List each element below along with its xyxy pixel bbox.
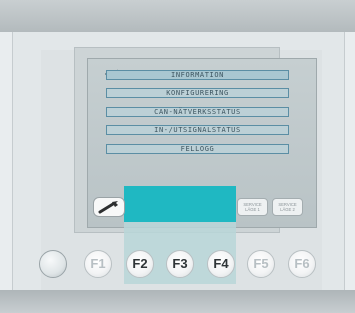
menu-item-information[interactable]: INFORMATION [106, 70, 289, 80]
f3-button[interactable]: F3 [166, 250, 194, 278]
f4-button[interactable]: F4 [207, 250, 235, 278]
menu-item-can-natverksstatus[interactable]: CAN-NÄTVERKSSTATUS [106, 107, 289, 117]
service-mode-2-button[interactable]: SERVICE LÄGE 2 [272, 198, 303, 216]
service-mode-1-button[interactable]: SERVICE LÄGE 1 [237, 198, 268, 216]
device-top-bezel [0, 0, 355, 32]
f2-button[interactable]: F2 [126, 250, 154, 278]
service-mode-1-line2: LÄGE 1 [245, 207, 260, 212]
power-knob-icon[interactable] [39, 250, 67, 278]
device-bottom-bezel [0, 290, 355, 313]
tool-softkey-button[interactable] [93, 197, 125, 217]
menu-item-in-utsignalstatus[interactable]: IN-/UTSIGNALSTATUS [106, 125, 289, 135]
f5-button[interactable]: F5 [247, 250, 275, 278]
menu-item-konfigurering[interactable]: KONFIGURERING [106, 88, 289, 98]
softkey-highlight [124, 186, 236, 222]
f6-button[interactable]: F6 [288, 250, 316, 278]
menu-item-fellogg[interactable]: FELLOGG [106, 144, 289, 154]
wrench-icon [98, 201, 118, 214]
f1-button[interactable]: F1 [84, 250, 112, 278]
service-mode-2-line2: LÄGE 2 [280, 207, 295, 212]
